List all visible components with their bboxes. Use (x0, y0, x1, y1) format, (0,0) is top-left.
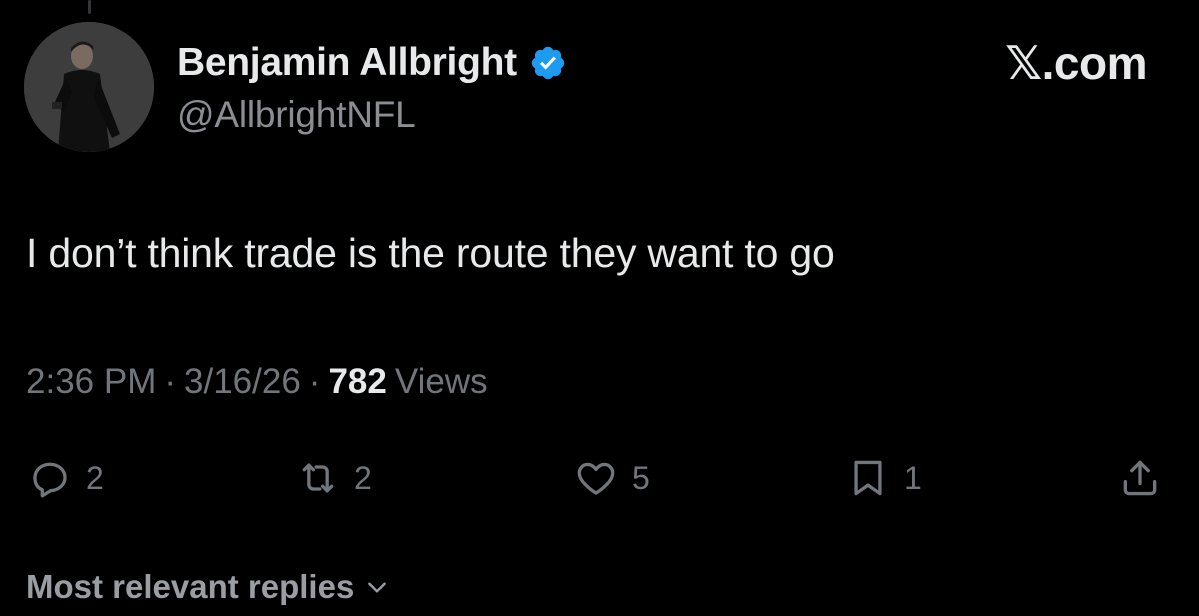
meta-separator: · (164, 362, 177, 401)
views-label: Views (394, 362, 488, 401)
reply-count: 2 (86, 459, 104, 496)
heart-icon (577, 462, 615, 495)
thread-connector-line (88, 0, 91, 14)
author-display-name[interactable]: Benjamin Allbright (177, 41, 517, 85)
reply-button[interactable]: 2 (28, 450, 104, 506)
action-bar: 2 2 5 1 (0, 450, 1199, 506)
like-button[interactable]: 5 (574, 450, 650, 506)
tweet-time[interactable]: 2:36 PM (26, 362, 156, 402)
verified-badge-icon (531, 46, 565, 80)
avatar[interactable] (24, 22, 154, 152)
meta-separator: · (308, 362, 321, 401)
replies-sort-label: Most relevant replies (26, 568, 355, 605)
repost-count: 2 (354, 459, 372, 496)
reply-icon (33, 462, 67, 498)
share-button[interactable] (1118, 450, 1162, 506)
like-count: 5 (632, 459, 650, 496)
replies-sort-dropdown[interactable]: Most relevant replies (26, 568, 390, 606)
repost-button[interactable]: 2 (296, 450, 372, 506)
avatar-photo (24, 22, 154, 152)
tweet-date[interactable]: 3/16/26 (184, 362, 301, 402)
author-handle[interactable]: @AllbrightNFL (177, 94, 416, 136)
tweet-meta: 2:36 PM · 3/16/26 · 782 Views (26, 362, 488, 402)
tweet-text: I don’t think trade is the route they wa… (26, 230, 835, 276)
chevron-down-icon (368, 582, 387, 593)
bookmark-button[interactable]: 1 (846, 450, 922, 506)
views-count: 782 (328, 362, 387, 401)
repost-icon (302, 463, 334, 493)
bookmark-icon (854, 460, 882, 496)
tweet-screen: Benjamin Allbright @AllbrightNFL 𝕏.com I… (0, 0, 1199, 616)
author-name-row[interactable]: Benjamin Allbright (177, 38, 567, 88)
bookmark-count: 1 (904, 459, 922, 496)
share-icon (1123, 460, 1157, 496)
x-brand-watermark: 𝕏.com (1005, 37, 1147, 89)
